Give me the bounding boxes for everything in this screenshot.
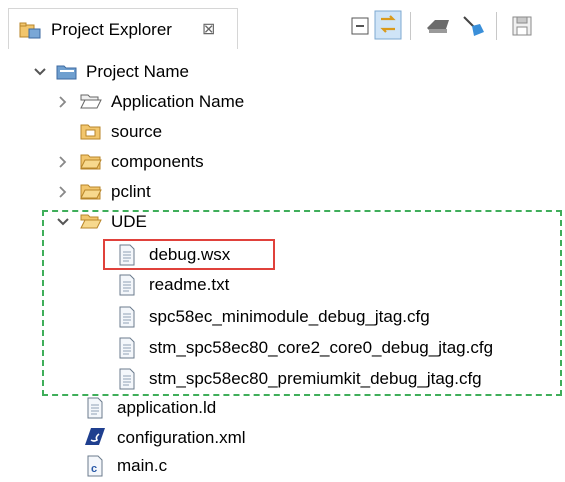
clean-icon[interactable] bbox=[461, 14, 487, 38]
tree-item-label: configuration.xml bbox=[117, 428, 246, 447]
file-icon bbox=[118, 244, 140, 266]
close-icon[interactable]: ⊠ bbox=[202, 19, 215, 39]
chevron-right-icon[interactable] bbox=[56, 185, 70, 199]
file-icon bbox=[118, 368, 140, 390]
tab-project-explorer[interactable]: Project Explorer ⊠ bbox=[8, 8, 238, 49]
chevron-right-icon[interactable] bbox=[56, 95, 70, 109]
project-explorer-icon bbox=[19, 21, 41, 39]
link-with-editor-icon[interactable] bbox=[374, 10, 402, 40]
tree-item-label: readme.txt bbox=[149, 275, 230, 294]
tree-item-label: application.ld bbox=[117, 398, 217, 417]
tree-item-readme[interactable]: readme.txt bbox=[0, 270, 565, 300]
tree-item-main-c[interactable]: c main.c bbox=[0, 451, 565, 481]
open-folder-icon bbox=[80, 91, 102, 111]
view-header: Project Explorer ⊠ bbox=[0, 0, 565, 49]
tree-item-components[interactable]: components bbox=[0, 147, 565, 177]
tree-item-application-ld[interactable]: application.ld bbox=[0, 393, 565, 423]
tab-label: Project Explorer bbox=[51, 20, 172, 39]
folder-icon bbox=[80, 151, 102, 171]
collapse-all-icon[interactable] bbox=[348, 14, 372, 38]
toolbar-separator bbox=[496, 12, 497, 40]
tree-item-label: source bbox=[111, 122, 163, 141]
st-logo-icon bbox=[84, 427, 106, 447]
open-folder-icon bbox=[80, 211, 102, 231]
source-folder-icon bbox=[80, 121, 102, 141]
chevron-right-icon[interactable] bbox=[56, 155, 70, 169]
tree-item-project[interactable]: Project Name bbox=[0, 57, 565, 87]
chevron-down-icon[interactable] bbox=[33, 65, 47, 79]
tree-item-source[interactable]: source bbox=[0, 117, 565, 147]
file-icon bbox=[118, 306, 140, 328]
file-icon bbox=[86, 397, 108, 419]
tree-item-core2-core0-cfg[interactable]: stm_spc58ec80_core2_core0_debug_jtag.cfg bbox=[0, 333, 565, 363]
tree-item-premiumkit-cfg[interactable]: stm_spc58ec80_premiumkit_debug_jtag.cfg bbox=[0, 364, 565, 394]
tree-item-label: main.c bbox=[117, 456, 168, 475]
tree-item-application-name[interactable]: Application Name bbox=[0, 87, 565, 117]
tree-item-ude[interactable]: UDE bbox=[0, 207, 565, 237]
chevron-down-icon[interactable] bbox=[56, 215, 70, 229]
tree-item-label: components bbox=[111, 152, 204, 171]
filter-icon[interactable] bbox=[424, 14, 454, 38]
tree-item-label: stm_spc58ec80_premiumkit_debug_jtag.cfg bbox=[149, 369, 482, 388]
tree-item-configuration-xml[interactable]: configuration.xml bbox=[0, 423, 565, 453]
c-file-icon: c bbox=[86, 455, 108, 477]
tree-item-pclint[interactable]: pclint bbox=[0, 177, 565, 207]
tree-item-label: Application Name bbox=[111, 92, 245, 111]
file-icon bbox=[118, 337, 140, 359]
tree-item-label: pclint bbox=[111, 182, 151, 201]
tree-item-label: stm_spc58ec80_core2_core0_debug_jtag.cfg bbox=[149, 338, 494, 357]
file-icon bbox=[118, 274, 140, 296]
tree-item-debug-wsx[interactable]: debug.wsx bbox=[0, 240, 565, 270]
tree-item-label: UDE bbox=[111, 212, 147, 231]
save-icon[interactable] bbox=[510, 14, 534, 38]
tree-item-minimodule-cfg[interactable]: spc58ec_minimodule_debug_jtag.cfg bbox=[0, 302, 565, 332]
tree-item-label: debug.wsx bbox=[149, 245, 231, 264]
folder-icon bbox=[80, 181, 102, 201]
toolbar-separator bbox=[410, 12, 411, 40]
project-folder-icon bbox=[56, 61, 78, 81]
tree-item-label: spc58ec_minimodule_debug_jtag.cfg bbox=[149, 307, 430, 326]
svg-text:c: c bbox=[91, 463, 97, 475]
tree-item-label: Project Name bbox=[86, 62, 189, 81]
